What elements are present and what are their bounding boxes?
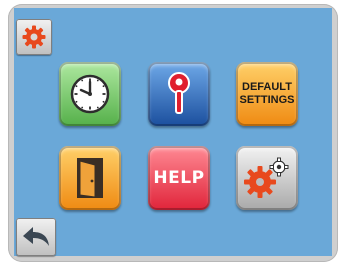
settings-tile[interactable] xyxy=(236,146,298,210)
default-settings-label: DEFAULT SETTINGS xyxy=(239,81,295,106)
key-icon xyxy=(168,72,190,114)
clock-tile[interactable] xyxy=(59,62,121,126)
help-tile[interactable]: HELP xyxy=(148,146,210,210)
help-label: HELP xyxy=(153,168,205,188)
door-icon xyxy=(77,158,103,198)
key-tile[interactable] xyxy=(148,62,210,126)
gear-icon xyxy=(22,25,46,49)
back-arrow-icon xyxy=(23,227,49,246)
back-button[interactable] xyxy=(16,218,56,256)
default-settings-tile[interactable]: DEFAULT SETTINGS xyxy=(236,62,298,126)
exit-tile[interactable] xyxy=(59,146,121,210)
settings-gear-button[interactable] xyxy=(16,19,52,55)
gears-icon xyxy=(244,157,289,198)
screen xyxy=(14,8,332,256)
clock-icon xyxy=(70,74,110,114)
